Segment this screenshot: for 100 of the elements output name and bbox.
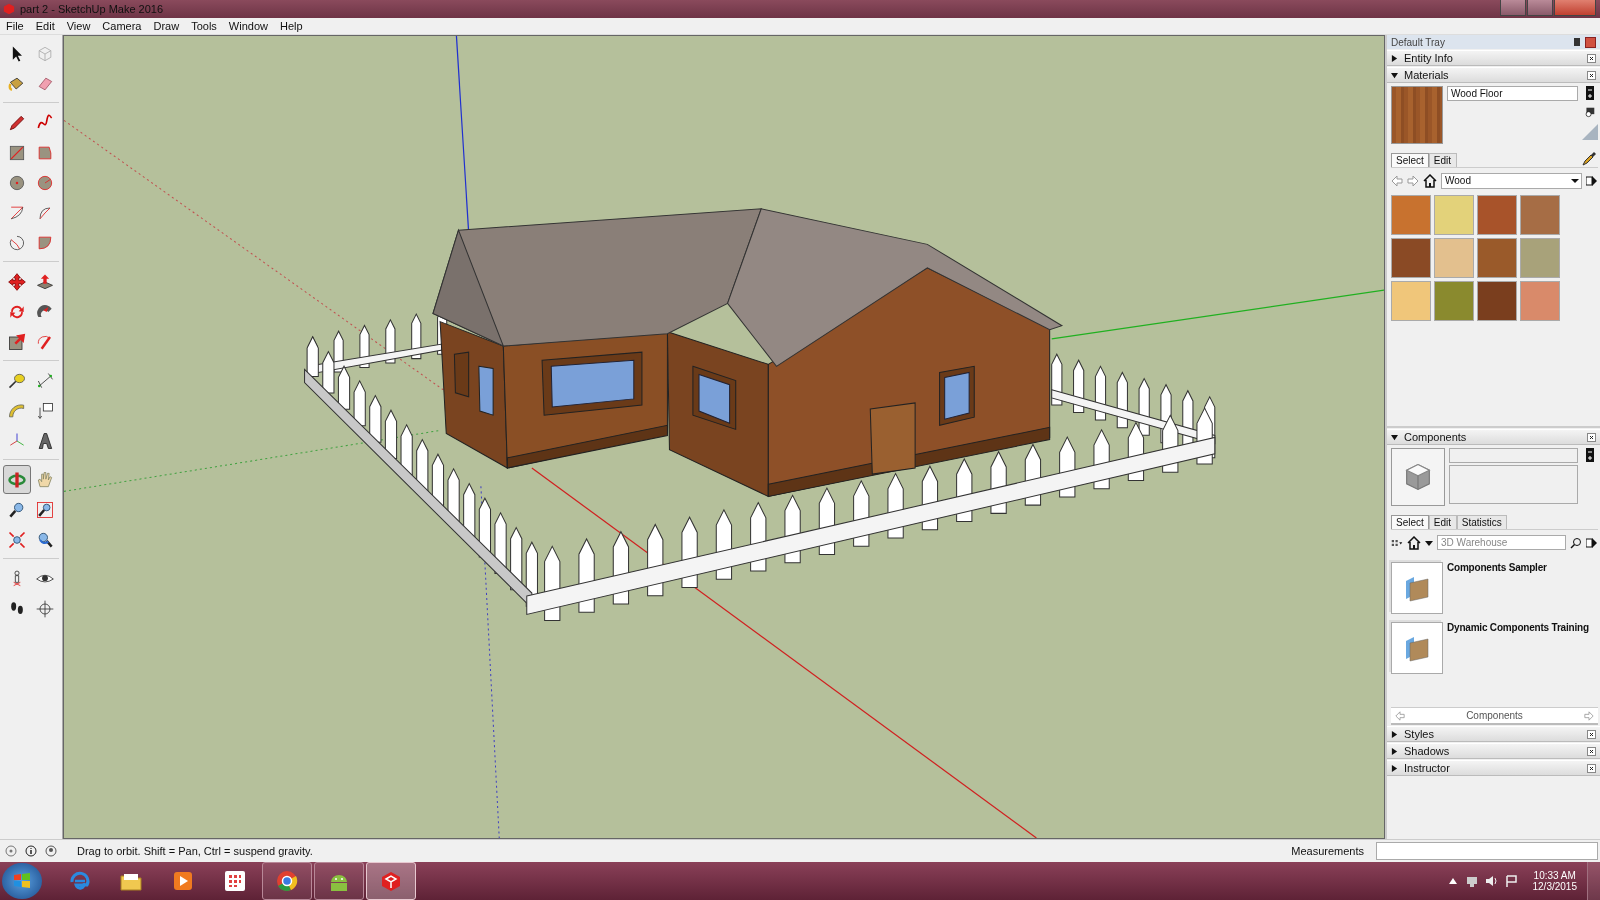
material-swatch[interactable] (1520, 281, 1560, 321)
close-button[interactable] (1587, 53, 1596, 63)
back-arrow-icon[interactable] (1391, 175, 1403, 187)
material-preview (1391, 86, 1443, 144)
panel-tab[interactable]: Select (1391, 515, 1429, 529)
3d-viewport[interactable] (63, 35, 1385, 839)
material-name-field[interactable]: Wood Floor (1447, 86, 1578, 101)
3d-text-icon (35, 430, 55, 451)
taskbar-app-button[interactable] (262, 862, 312, 900)
material-swatch[interactable] (1391, 195, 1431, 235)
menu-item[interactable]: Edit (35, 20, 55, 32)
triangle-icon (1582, 124, 1598, 140)
create-material-icon[interactable] (1585, 105, 1595, 119)
show-desktop-button[interactable] (1587, 862, 1600, 900)
geolocation-icon[interactable] (5, 845, 17, 857)
close-button[interactable] (1587, 70, 1596, 80)
material-swatch[interactable] (1434, 195, 1474, 235)
panel-tab[interactable]: Edit (1428, 515, 1457, 529)
menu-item[interactable]: View (66, 20, 91, 32)
menu-item[interactable]: Window (228, 20, 268, 32)
material-swatch[interactable] (1477, 281, 1517, 321)
app-grid-icon (222, 868, 248, 894)
forward-arrow-icon[interactable] (1407, 175, 1419, 187)
menu-item[interactable]: Camera (102, 20, 142, 32)
info-icon[interactable] (25, 845, 37, 857)
panel-header[interactable]: Materials (1387, 67, 1600, 83)
close-button[interactable] (1587, 763, 1596, 773)
menu-item[interactable]: Help (279, 20, 303, 32)
maximize-button[interactable] (1527, 0, 1553, 16)
caret-icon[interactable] (1425, 538, 1433, 547)
close-button[interactable] (1587, 729, 1596, 739)
eyedropper-icon[interactable] (1582, 151, 1596, 166)
start-button[interactable] (2, 863, 42, 899)
material-swatch[interactable] (1520, 195, 1560, 235)
chrome-icon (274, 868, 300, 894)
home-icon[interactable] (1407, 535, 1421, 550)
folder-thumbnail[interactable] (1391, 622, 1443, 674)
clock-time: 10:33 AM (1533, 870, 1576, 881)
footer-title: Components (1466, 710, 1523, 721)
panel-header[interactable]: Shadows (1387, 743, 1600, 759)
tray-title: Default Tray (1391, 36, 1446, 48)
panel-title: Instructor (1404, 762, 1451, 774)
panel-title: Entity Info (1404, 52, 1454, 64)
close-button[interactable] (1587, 746, 1596, 756)
home-icon[interactable] (1423, 174, 1437, 188)
details-arrow-icon[interactable] (1586, 175, 1598, 187)
orbit-tool-button[interactable] (3, 465, 31, 494)
material-swatch[interactable] (1434, 238, 1474, 278)
collection-dropdown[interactable]: Wood (1441, 173, 1582, 189)
measurements-field[interactable] (1376, 842, 1598, 860)
material-swatch[interactable] (1391, 238, 1431, 278)
panel-header[interactable]: Components (1387, 429, 1600, 445)
details-arrow-icon[interactable] (1586, 536, 1598, 549)
panel-header[interactable]: Entity Info (1387, 50, 1600, 66)
flag-icon[interactable] (1504, 874, 1519, 888)
material-swatch[interactable] (1520, 238, 1560, 278)
panel-tab[interactable]: Statistics (1456, 515, 1507, 529)
component-collection-name[interactable]: Components Sampler (1447, 562, 1547, 573)
panel-title: Styles (1404, 728, 1435, 740)
panel-tab[interactable]: Edit (1428, 153, 1457, 167)
user-icon[interactable] (45, 845, 57, 857)
material-swatch[interactable] (1434, 281, 1474, 321)
panel-title: Materials (1404, 69, 1450, 81)
zoom-window-icon (35, 499, 55, 520)
component-collection-name[interactable]: Dynamic Components Training (1447, 622, 1589, 633)
windows-logo-icon (12, 871, 32, 891)
show-hidden-icons-icon[interactable] (1448, 878, 1457, 884)
move-icon (7, 271, 27, 292)
status-message: Drag to orbit. Shift = Pan, Ctrl = suspend gravity. (77, 845, 314, 857)
panel-title: Components (1404, 431, 1468, 443)
panel-header[interactable]: Styles (1387, 726, 1600, 742)
close-button[interactable] (1585, 36, 1596, 48)
material-swatch[interactable] (1391, 281, 1431, 321)
zoom-extents-icon (7, 529, 27, 550)
minimize-button[interactable] (1500, 0, 1526, 16)
dimension-icon (35, 370, 55, 391)
text-label-icon (35, 400, 55, 421)
search-field[interactable]: 3D Warehouse (1437, 535, 1566, 550)
material-swatch[interactable] (1477, 195, 1517, 235)
component-description-field[interactable] (1449, 465, 1578, 504)
component-name-field[interactable] (1449, 448, 1578, 463)
clock-date: 12/3/2015 (1532, 881, 1577, 892)
close-button[interactable] (1587, 432, 1596, 442)
search-icon[interactable] (1570, 536, 1582, 549)
panel-tab[interactable]: Select (1391, 153, 1429, 167)
panel-title: Shadows (1404, 745, 1451, 757)
measurements-label: Measurements (1291, 845, 1364, 857)
volume-icon[interactable] (1484, 874, 1499, 888)
menu-item[interactable]: File (6, 20, 24, 32)
section-plane-icon (35, 598, 55, 619)
scale-icon (7, 331, 27, 352)
hand-icon (35, 469, 55, 490)
toggle-pane-icon[interactable] (1585, 448, 1595, 462)
folder-thumbnail[interactable] (1391, 562, 1443, 614)
network-icon[interactable] (1464, 874, 1479, 888)
material-swatch[interactable] (1477, 238, 1517, 278)
panel-header[interactable]: Instructor (1387, 760, 1600, 776)
menu-item[interactable]: Draw (153, 20, 180, 32)
toggle-pane-icon[interactable] (1585, 86, 1595, 100)
menu-item[interactable]: Tools (191, 20, 217, 32)
